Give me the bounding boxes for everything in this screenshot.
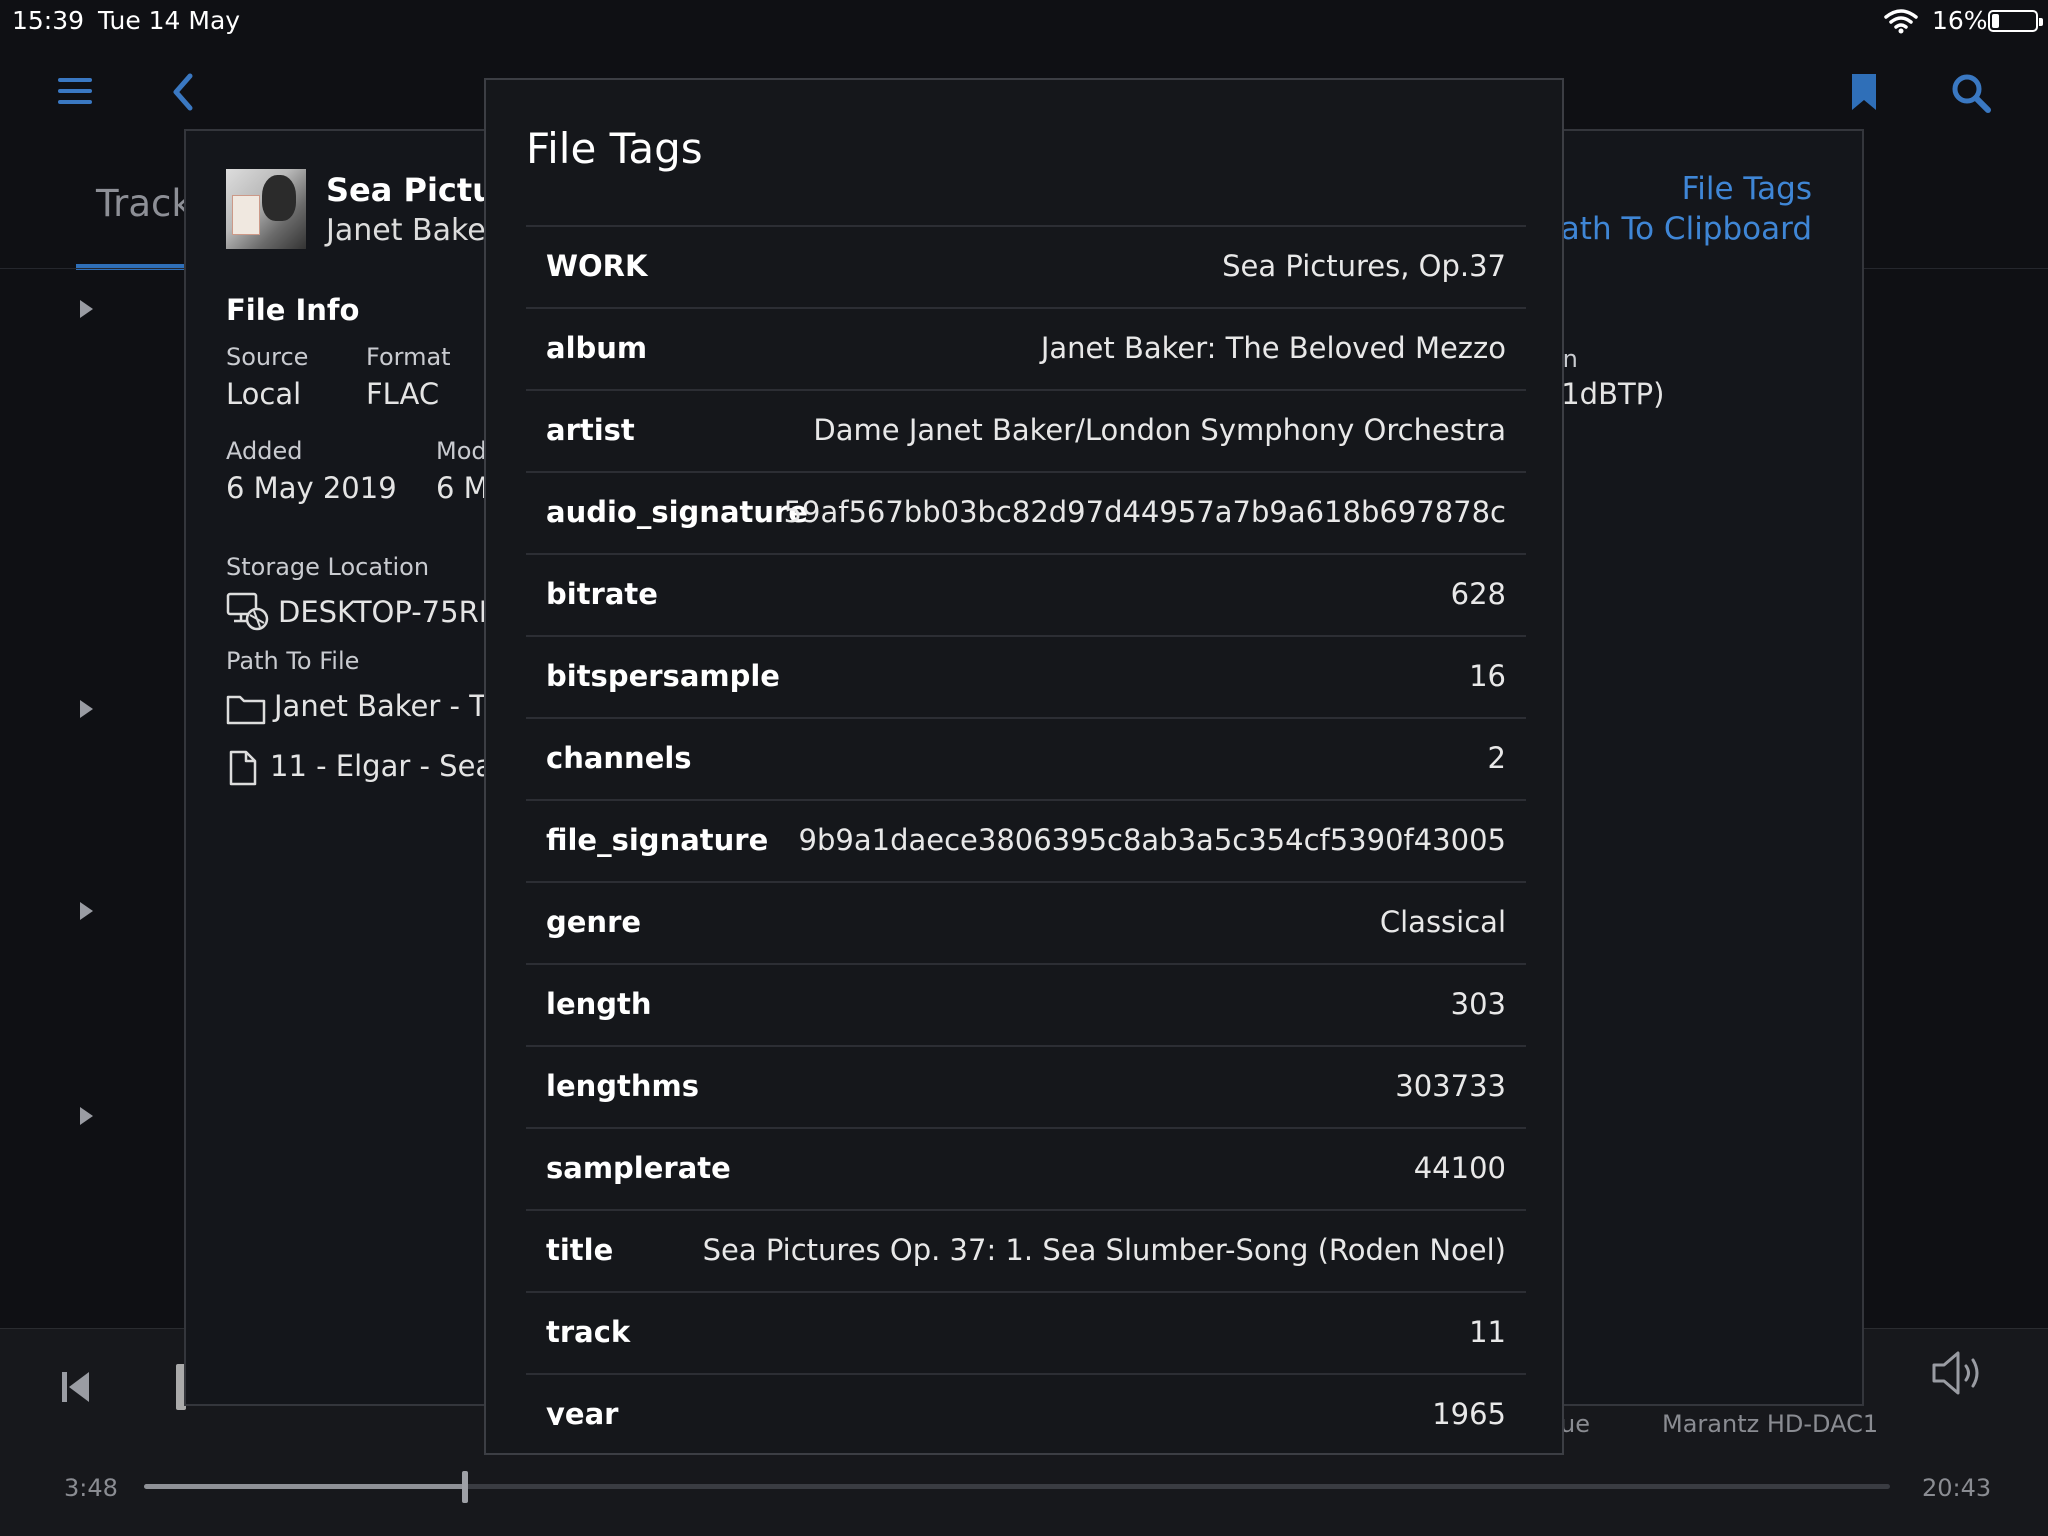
total-time: 20:43 [1922,1474,1992,1502]
file-tags-list[interactable]: WORK Sea Pictures, Op.37 album Janet Baker… [526,225,1526,1425]
progress-fill [144,1484,466,1489]
battery-icon [1988,10,2043,32]
file-tags-title: File Tags [526,124,703,173]
elapsed-time: 3:48 [64,1474,118,1502]
tab-underline [76,264,186,270]
tag-value: 11 [1469,1315,1506,1349]
progress-bar[interactable] [144,1471,1890,1503]
path-file-value[interactable]: 11 - Elgar - Sea P [270,749,520,783]
tag-key: samplerate [546,1151,731,1185]
status-date: Tue 14 May [98,6,241,35]
file-tags-link[interactable]: File Tags [1682,171,1812,207]
bookmark-icon[interactable] [1850,72,1878,112]
tag-value: Dame Janet Baker/London Symphony Orchest… [813,413,1506,447]
tag-value: 303733 [1395,1069,1506,1103]
storage-location-label: Storage Location [226,553,430,581]
tag-value: 59af567bb03bc82d97d44957a7b9a618b697878c [783,495,1506,529]
tag-row: samplerate 44100 [526,1129,1526,1211]
tag-key: year [546,1397,619,1425]
file-tags-dialog: File Tags WORK Sea Pictures, Op.37 album J… [484,78,1564,1455]
network-drive-icon [226,592,269,631]
status-time: 15:39 [12,6,85,35]
file-icon [229,750,257,786]
tag-value: 9b9a1daece3806395c8ab3a5c354cf5390f43005 [798,823,1506,857]
tag-key: lengthms [546,1069,700,1103]
tag-value: 16 [1469,659,1506,693]
tag-row: track 11 [526,1293,1526,1375]
source-label: Source [226,343,309,371]
tag-row: lengthms 303733 [526,1047,1526,1129]
tag-row: title Sea Pictures Op. 37: 1. Sea Slumber… [526,1211,1526,1293]
tag-key: bitspersample [546,659,780,693]
format-label: Format [366,343,451,371]
output-device[interactable]: Marantz HD-DAC1 [1662,1410,1878,1438]
tag-key: length [546,987,652,1021]
folder-icon [226,695,266,725]
tab-track[interactable]: Track [96,182,193,225]
tag-row: audio_signature 59af567bb03bc82d97d44957a… [526,473,1526,555]
tag-key: artist [546,413,635,447]
tag-row: bitspersample 16 [526,637,1526,719]
tag-row: year 1965 [526,1375,1526,1425]
path-folder-value[interactable]: Janet Baker - Th [274,689,505,723]
tag-row: length 303 [526,965,1526,1047]
battery-percent: 16% [1932,6,1988,35]
tag-key: title [546,1233,614,1267]
gain-value: .1dBTP) [1552,377,1665,411]
added-value: 6 May 2019 [226,471,397,505]
status-bar: 15:39 Tue 14 May 16% [0,0,2048,40]
tag-value: 1965 [1432,1397,1506,1425]
search-icon[interactable] [1950,72,1992,114]
tag-key: album [546,331,648,365]
tag-key: channels [546,741,692,775]
file-info-heading: File Info [226,293,360,327]
back-chevron-icon[interactable] [170,72,196,112]
menu-icon[interactable] [58,78,92,104]
battery-level [1992,14,1999,28]
tag-value: 2 [1487,741,1506,775]
tag-key: audio_signature [546,495,808,529]
tag-value: Sea Pictures, Op.37 [1222,249,1506,283]
album-artist: Janet Baker: [326,213,508,248]
tag-row: WORK Sea Pictures, Op.37 [526,227,1526,309]
tag-value: Classical [1379,905,1506,939]
tag-value: 628 [1450,577,1506,611]
tag-value: Janet Baker: The Beloved Mezzo [1040,331,1506,365]
volume-icon[interactable] [1930,1348,1986,1398]
source-value: Local [226,377,302,411]
tag-key: track [546,1315,631,1349]
expand-arrow-icon[interactable] [80,902,93,920]
tag-row: genre Classical [526,883,1526,965]
modified-value: 6 M [436,471,489,505]
queue-label[interactable]: ue [1560,1410,1590,1438]
previous-track-icon[interactable] [62,1370,90,1404]
tag-key: genre [546,905,642,939]
album-cover [226,169,306,249]
storage-location-value: DESKTOP-75RM [278,595,504,629]
format-value: FLAC [366,377,440,411]
tag-key: bitrate [546,577,658,611]
added-label: Added [226,437,303,465]
tag-key: file_signature [546,823,769,857]
tag-row: channels 2 [526,719,1526,801]
expand-arrow-icon[interactable] [80,1107,93,1125]
tag-value: 303 [1450,987,1506,1021]
path-label: Path To File [226,647,360,675]
battery-nub [2039,18,2043,26]
tag-value: Sea Pictures Op. 37: 1. Sea Slumber-Song… [702,1233,1506,1267]
progress-handle[interactable] [462,1471,469,1503]
tag-row: album Janet Baker: The Beloved Mezzo [526,309,1526,391]
wifi-icon [1884,9,1918,34]
tag-key: WORK [546,249,648,283]
expand-arrow-icon[interactable] [80,300,93,318]
tag-row: artist Dame Janet Baker/London Symphony O… [526,391,1526,473]
tag-row: bitrate 628 [526,555,1526,637]
expand-arrow-icon[interactable] [80,700,93,718]
tag-value: 44100 [1413,1151,1506,1185]
tag-row: file_signature 9b9a1daece3806395c8ab3a5c3… [526,801,1526,883]
modified-label: Mod [436,437,487,465]
